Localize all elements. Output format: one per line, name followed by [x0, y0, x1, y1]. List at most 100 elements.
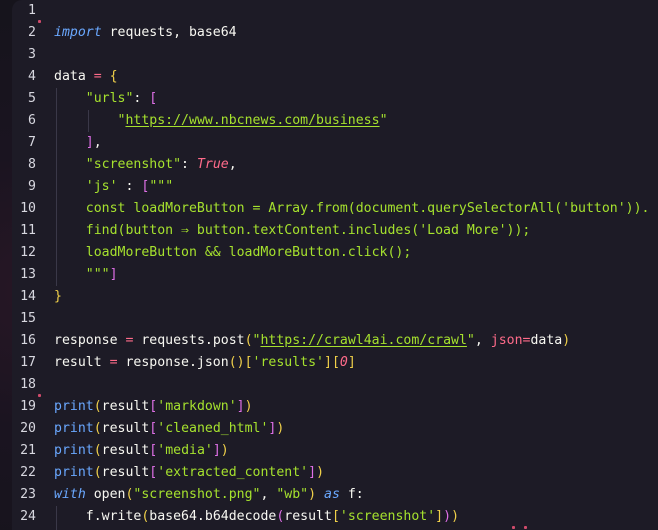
code-text[interactable]: const loadMoreButton = Array.from(docume…	[54, 198, 650, 220]
code-token: 'results'	[252, 355, 324, 370]
code-token: :	[117, 179, 142, 194]
code-token: [	[149, 91, 158, 106]
code-token: print	[54, 443, 94, 458]
code-token: const loadMoreButton = Array.	[54, 201, 317, 216]
code-text[interactable]: "urls": [	[54, 88, 157, 110]
code-token: ,	[228, 157, 237, 172]
code-token: ]	[212, 443, 221, 458]
code-token: (	[93, 399, 102, 414]
code-token: result	[54, 355, 110, 370]
code-token: 'media'	[157, 443, 213, 458]
code-text[interactable]: print(result['media'])	[54, 440, 229, 462]
code-token: response.json	[117, 355, 229, 370]
code-token: 'screenshot'	[339, 509, 436, 524]
line-number: 24	[20, 509, 36, 524]
code-token: result	[101, 421, 150, 436]
code-token: https://crawl4ai.com/crawl	[260, 333, 467, 348]
code-token: ]	[109, 267, 118, 282]
line-number: 12	[20, 245, 36, 260]
line-number: 10	[20, 201, 36, 216]
code-token: )	[308, 487, 317, 502]
code-token: print	[54, 399, 94, 414]
code-text[interactable]: """]	[54, 264, 118, 286]
line-number: 4	[28, 69, 36, 84]
code-text[interactable]: "https://www.nbcnews.com/business"	[54, 110, 388, 132]
code-token: (	[244, 333, 253, 348]
code-token: (	[93, 465, 102, 480]
code-token: f.write	[54, 509, 142, 524]
code-token: base64.b64decode	[149, 509, 277, 524]
code-token: "wb"	[276, 487, 309, 502]
code-token: )	[220, 443, 229, 458]
code-text[interactable]: print(result['cleaned_html'])	[54, 418, 284, 440]
code-text[interactable]: print(result['extracted_content'])	[54, 462, 324, 484]
code-token: 'js'	[85, 179, 118, 194]
code-token: requests.post	[133, 333, 245, 348]
code-token: [	[244, 355, 253, 370]
code-text[interactable]: response = requests.post("https://crawl4…	[54, 330, 570, 352]
code-token: f:	[339, 487, 364, 502]
git-change-marker	[38, 20, 41, 23]
code-text[interactable]: find(button ⇒ button.textContent.include…	[54, 220, 531, 242]
code-token: "urls"	[85, 91, 134, 106]
line-number: 1	[28, 3, 36, 18]
line-number: 8	[28, 157, 36, 172]
code-token: open	[85, 487, 126, 502]
code-token: (	[93, 421, 102, 436]
line-number: 5	[28, 91, 36, 106]
code-text[interactable]: }	[54, 286, 62, 308]
code-token: ,	[93, 135, 102, 150]
code-token: )	[562, 333, 571, 348]
code-token: https://www.nbcnews.com/business	[125, 113, 380, 128]
code-token: print	[54, 421, 94, 436]
code-token: data	[54, 69, 94, 84]
code-token: ,	[474, 333, 491, 348]
code-token: {	[109, 69, 118, 84]
line-number: 15	[20, 311, 36, 326]
code-text[interactable]: import requests, base64	[54, 22, 237, 44]
code-token: response	[54, 333, 126, 348]
code-token: print	[54, 465, 94, 480]
code-token: """	[85, 267, 110, 282]
code-token: ()	[228, 355, 245, 370]
code-token: )	[316, 465, 325, 480]
line-number: 16	[20, 333, 36, 348]
code-text[interactable]: with open("screenshot.png", "wb") as f:	[54, 484, 364, 506]
line-number: 2	[28, 25, 36, 40]
code-token: 'extracted_content'	[157, 465, 309, 480]
code-token: =	[93, 69, 102, 84]
code-text[interactable]: "screenshot": True,	[54, 154, 237, 176]
code-text[interactable]: ],	[54, 132, 102, 154]
line-number: 13	[20, 267, 36, 282]
code-token: True	[196, 157, 229, 172]
code-token: from	[316, 201, 348, 216]
code-text[interactable]: result = response.json()['results'][0]	[54, 352, 356, 374]
line-number: 22	[20, 465, 36, 480]
code-token: 'markdown'	[157, 399, 237, 414]
code-token: )	[451, 509, 460, 524]
code-editor[interactable]: 1 2 import requests, base64 3 4 data = {5 "ur…	[12, 0, 658, 530]
code-token: json	[490, 333, 523, 348]
code-token: ]	[236, 399, 245, 414]
line-number: 19	[20, 399, 36, 414]
code-token: with	[54, 487, 86, 502]
code-token: import	[54, 25, 102, 40]
code-text[interactable]: 'js' : ["""	[54, 176, 173, 198]
code-text[interactable]: f.write(base64.b64decode(result['screens…	[54, 506, 459, 528]
line-number: 7	[28, 135, 36, 150]
code-token: }	[54, 289, 62, 304]
code-token: 0	[339, 355, 348, 370]
code-text[interactable]: data = {	[54, 66, 118, 88]
code-text[interactable]: loadMoreButton && loadMoreButton.click()…	[54, 242, 412, 264]
line-number: 9	[28, 179, 36, 194]
line-number: 3	[28, 47, 36, 62]
code-token: =	[109, 355, 118, 370]
code-text[interactable]: print(result['markdown'])	[54, 396, 253, 418]
